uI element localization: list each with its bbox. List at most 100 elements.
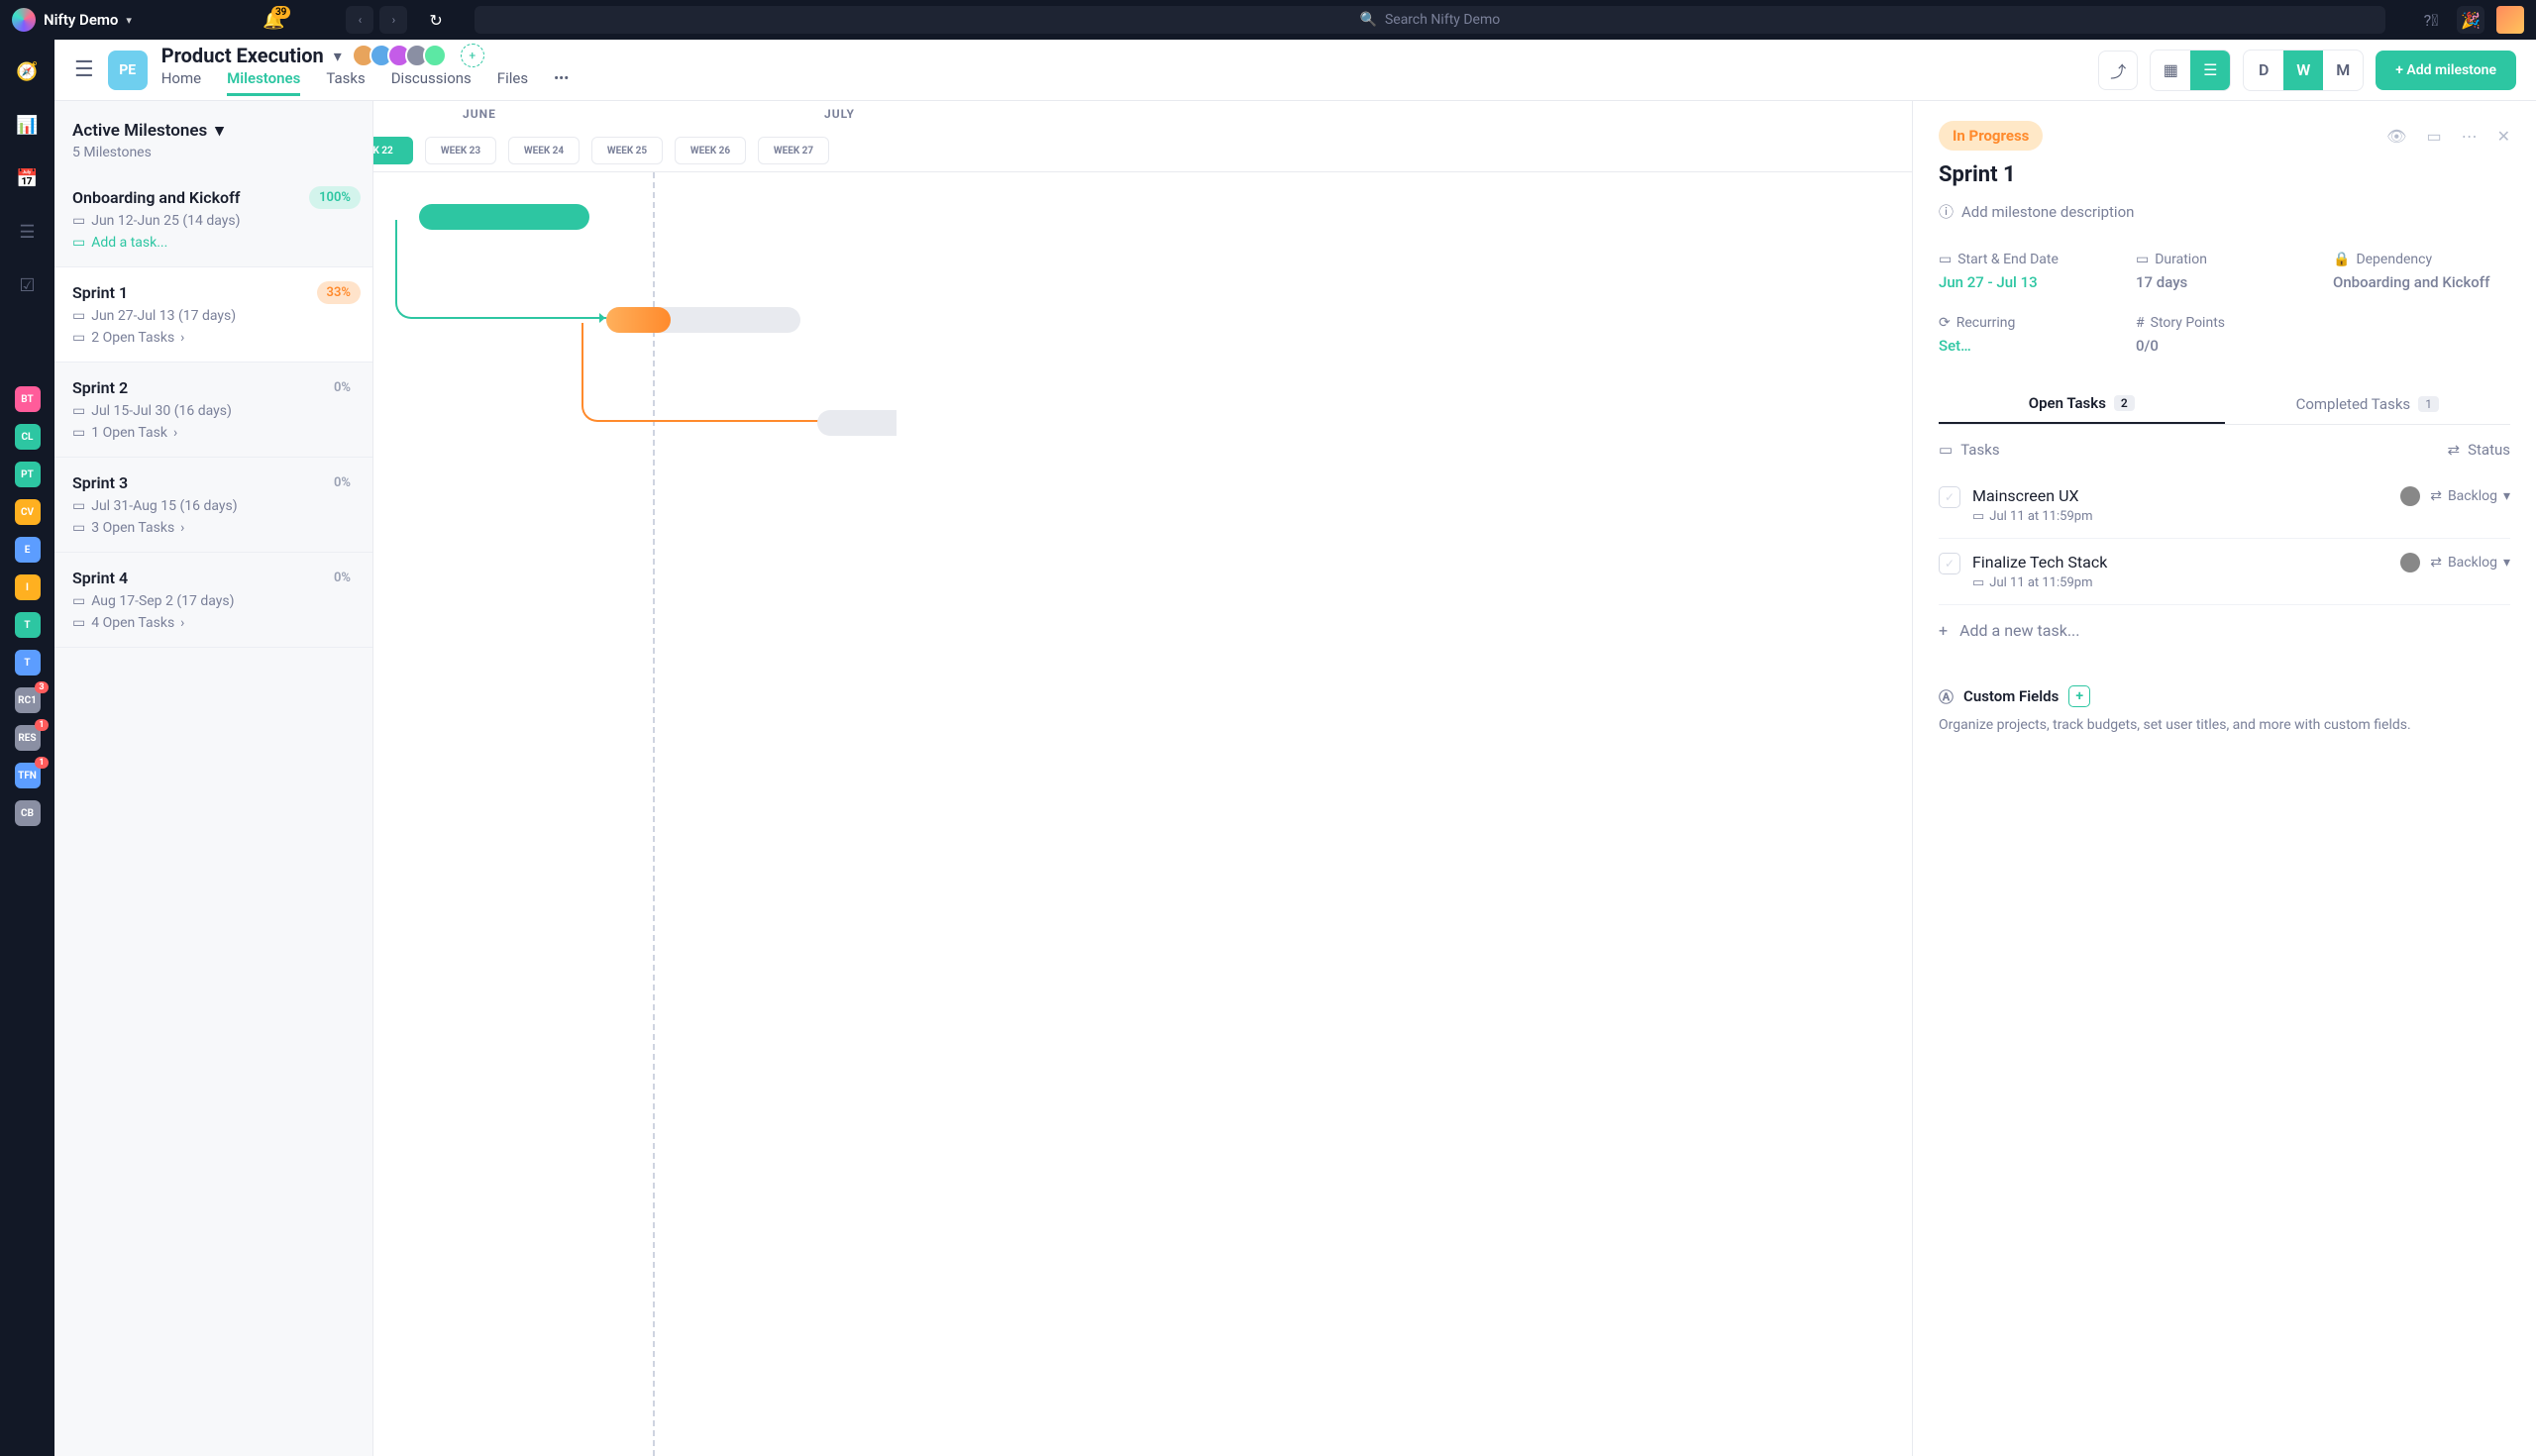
checklist-icon[interactable]: ☑: [16, 273, 40, 297]
milestone-item[interactable]: Sprint 4 ▭Aug 17-Sep 2 (17 days) ▭4 Open…: [54, 553, 372, 648]
tab-open-tasks[interactable]: Open Tasks 2: [1939, 384, 2225, 424]
milestone-tasks[interactable]: Add a task...: [91, 235, 167, 251]
chevron-down-icon[interactable]: ▾: [334, 47, 342, 65]
add-milestone-button[interactable]: + Add milestone: [2376, 51, 2516, 90]
logo-icon: [12, 8, 36, 32]
calendar-icon[interactable]: 📅: [16, 166, 40, 190]
milestone-item[interactable]: Sprint 2 ▭Jul 15-Jul 30 (16 days) ▭1 Ope…: [54, 363, 372, 458]
global-search[interactable]: 🔍 Search Nifty Demo: [475, 6, 2385, 34]
tab-files[interactable]: Files: [497, 69, 528, 96]
custom-fields-title: Custom Fields: [1963, 687, 2059, 705]
sidebar-toggle[interactable]: ☰: [74, 57, 94, 82]
task-checkbox[interactable]: ✓: [1939, 486, 1960, 508]
chevron-right-icon: ›: [173, 425, 177, 441]
workspace-switcher[interactable]: Nifty Demo ▾: [12, 8, 132, 32]
assignee-avatar[interactable]: [2400, 486, 2420, 506]
celebrate-button[interactable]: 🎉: [2457, 6, 2484, 34]
milestone-dates: Jul 15-Jul 30 (16 days): [91, 403, 232, 419]
week-cell[interactable]: EEK 22: [373, 137, 413, 164]
milestones-filter[interactable]: Active Milestones ▾: [72, 121, 355, 141]
close-icon[interactable]: ✕: [2497, 127, 2510, 146]
progress-pill: 0%: [324, 567, 361, 589]
member-avatar: [423, 44, 447, 67]
week-cell[interactable]: WEEK 25: [591, 137, 663, 164]
history-button[interactable]: ↻: [429, 11, 442, 30]
date-value[interactable]: Jun 27 - Jul 13: [1939, 273, 2116, 291]
more-icon[interactable]: ⋯: [2462, 127, 2478, 146]
tab-tasks[interactable]: Tasks: [326, 69, 365, 96]
project-title[interactable]: Product Execution: [161, 44, 324, 67]
status-chip[interactable]: In Progress: [1939, 121, 2043, 151]
project-members[interactable]: [358, 44, 447, 67]
user-avatar[interactable]: [2496, 6, 2524, 34]
project-badge[interactable]: CL: [15, 424, 41, 450]
project-icon[interactable]: PE: [108, 51, 148, 90]
watch-icon[interactable]: 👁: [2386, 127, 2406, 146]
month-label: JUNE: [463, 107, 496, 121]
task-status-select[interactable]: ⇄Backlog ▾: [2430, 488, 2510, 504]
project-badge[interactable]: RC13: [15, 687, 41, 713]
week-cell[interactable]: WEEK 24: [508, 137, 580, 164]
tab-more[interactable]: •••: [554, 69, 569, 96]
recurring-value[interactable]: Set…: [1939, 337, 2116, 355]
notifications-button[interactable]: 🔔 39: [263, 10, 284, 31]
time-scope-d[interactable]: D: [2244, 51, 2283, 90]
project-badge[interactable]: RES1: [15, 725, 41, 751]
nav-back-button[interactable]: ‹: [346, 6, 373, 34]
story-points-value[interactable]: 0/0: [2136, 337, 2313, 355]
project-badge[interactable]: TFN1: [15, 763, 41, 788]
milestone-item[interactable]: Sprint 3 ▭Jul 31-Aug 15 (16 days) ▭3 Ope…: [54, 458, 372, 553]
task-row[interactable]: ✓ Mainscreen UX ▭Jul 11 at 11:59pm ⇄Back…: [1939, 472, 2510, 539]
calendar-icon: ▭: [1972, 509, 1984, 524]
task-status-select[interactable]: ⇄Backlog ▾: [2430, 555, 2510, 571]
list-view-button[interactable]: ☰: [2190, 51, 2230, 90]
project-badge[interactable]: CB: [15, 800, 41, 826]
project-badge[interactable]: E: [15, 537, 41, 563]
help-button[interactable]: ?⃝: [2417, 6, 2445, 34]
tab-completed-tasks[interactable]: Completed Tasks 1: [2225, 384, 2511, 424]
archive-icon[interactable]: ▭: [2426, 127, 2441, 146]
project-badge[interactable]: T: [15, 650, 41, 676]
nav-forward-button[interactable]: ›: [379, 6, 407, 34]
dependency-value[interactable]: Onboarding and Kickoff: [2333, 273, 2510, 291]
task-due-date: Jul 11 at 11:59pm: [1989, 575, 2092, 590]
milestone-title[interactable]: Sprint 1: [1939, 162, 2510, 187]
analytics-icon[interactable]: 📊: [16, 113, 40, 137]
milestone-tasks[interactable]: 4 Open Tasks: [91, 615, 174, 631]
task-row[interactable]: ✓ Finalize Tech Stack ▭Jul 11 at 11:59pm…: [1939, 539, 2510, 605]
milestone-item-title: Sprint 1: [72, 283, 355, 302]
assignee-avatar[interactable]: [2400, 553, 2420, 572]
list-icon[interactable]: ☰: [16, 220, 40, 244]
milestone-description[interactable]: ⓘ Add milestone description: [1939, 201, 2510, 222]
milestone-tasks[interactable]: 1 Open Task: [91, 425, 167, 441]
chevron-down-icon: ▾: [2503, 488, 2510, 504]
milestone-tasks[interactable]: 3 Open Tasks: [91, 520, 174, 536]
share-button[interactable]: ⤴: [2098, 51, 2138, 90]
project-badge[interactable]: PT: [15, 462, 41, 487]
grid-view-button[interactable]: ▦: [2151, 51, 2190, 90]
chevron-down-icon: ▾: [215, 121, 224, 141]
tab-milestones[interactable]: Milestones: [227, 69, 300, 96]
dependency-line: [581, 323, 819, 422]
add-task-button[interactable]: + Add a new task...: [1939, 605, 2510, 656]
milestone-item[interactable]: Onboarding and Kickoff ▭Jun 12-Jun 25 (1…: [54, 172, 372, 267]
week-cell[interactable]: WEEK 27: [758, 137, 829, 164]
compass-icon[interactable]: 🧭: [16, 59, 40, 83]
add-member-button[interactable]: +: [461, 44, 484, 67]
time-scope-w[interactable]: W: [2283, 51, 2323, 90]
project-badge[interactable]: I: [15, 574, 41, 600]
tab-count: 2: [2114, 395, 2135, 411]
tab-home[interactable]: Home: [161, 69, 201, 96]
milestone-tasks[interactable]: 2 Open Tasks: [91, 330, 174, 346]
add-field-button[interactable]: +: [2068, 685, 2090, 707]
week-cell[interactable]: WEEK 23: [425, 137, 496, 164]
gantt-bar-sprint-2[interactable]: [817, 410, 897, 436]
time-scope-m[interactable]: M: [2323, 51, 2363, 90]
tab-discussions[interactable]: Discussions: [391, 69, 472, 96]
week-cell[interactable]: WEEK 26: [675, 137, 746, 164]
project-badge[interactable]: BT: [15, 386, 41, 412]
milestone-item[interactable]: Sprint 1 ▭Jun 27-Jul 13 (17 days) ▭2 Ope…: [54, 267, 372, 363]
task-checkbox[interactable]: ✓: [1939, 553, 1960, 574]
project-badge[interactable]: T: [15, 612, 41, 638]
project-badge[interactable]: CV: [15, 499, 41, 525]
